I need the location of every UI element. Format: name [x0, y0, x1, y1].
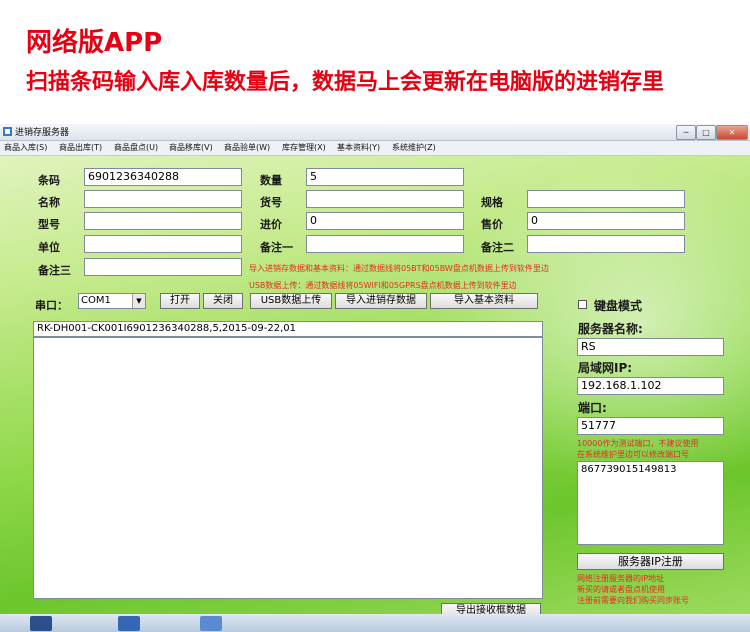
log-line: RK-DH001-CK001I6901236340288,5,2015-09-2…	[37, 323, 297, 334]
remark1-label: 备注一	[260, 241, 293, 254]
import-inventory-button[interactable]: 导入进销存数据	[335, 293, 427, 309]
keyboard-mode-checkbox[interactable]	[578, 300, 587, 309]
minimize-button[interactable]: ─	[676, 125, 696, 140]
port-select-value: COM1	[81, 295, 111, 306]
import-note: 导入进销存数据和基本资料：通过数据线将05BT和05BW盘点机数据上传到软件里边	[249, 264, 549, 273]
title-bar: 进销存服务器 ─ □ ✕	[0, 124, 750, 141]
port-note-2: 在系统维护里边可以修改端口号	[577, 450, 689, 459]
server-ip-register-button[interactable]: 服务器IP注册	[577, 553, 724, 570]
server-port-field[interactable]: 51777	[577, 417, 724, 435]
taskbar-window-icon[interactable]	[118, 616, 140, 631]
close-window-button[interactable]: ✕	[716, 125, 748, 140]
register-note-1: 网络注册服务器的IP地址	[577, 574, 665, 583]
sale-price-field[interactable]: 0	[527, 212, 685, 230]
taskbar-browser-icon[interactable]	[200, 616, 222, 631]
unit-label: 单位	[38, 241, 60, 254]
port-label: 串口：	[35, 299, 68, 312]
remark3-field[interactable]	[84, 258, 242, 276]
device-id-area[interactable]: 867739015149813	[577, 461, 724, 545]
menu-verify[interactable]: 商品验单(W)	[224, 142, 270, 153]
menu-basic-data[interactable]: 基本资料(Y)	[337, 142, 380, 153]
remark3-label: 备注三	[38, 264, 71, 277]
model-field[interactable]	[84, 212, 242, 230]
menu-stocktake[interactable]: 商品盘点(U)	[114, 142, 158, 153]
taskbar	[0, 614, 750, 632]
port-note-1: 10000作为测试端口，不建议使用	[577, 439, 699, 448]
barcode-field[interactable]: 6901236340288	[84, 168, 242, 186]
quantity-field[interactable]: 5	[306, 168, 464, 186]
promo-banner: 网络版APP 扫描条码输入库入库数量后，数据马上会更新在电脑版的进销存里	[0, 0, 750, 124]
remark2-field[interactable]	[527, 235, 685, 253]
import-basic-button[interactable]: 导入基本资料	[430, 293, 538, 309]
lan-ip-field[interactable]: 192.168.1.102	[577, 377, 724, 395]
item-no-field[interactable]	[306, 190, 464, 208]
remark1-field[interactable]	[306, 235, 464, 253]
app-icon	[3, 127, 12, 136]
purchase-price-field[interactable]: 0	[306, 212, 464, 230]
menu-bar: 商品入库(S) 商品出库(T) 商品盘点(U) 商品移库(V) 商品验单(W) …	[0, 141, 750, 156]
purchase-price-label: 进价	[260, 218, 282, 231]
register-note-3: 注册前需要向我们购买同步账号	[577, 596, 689, 605]
spec-field[interactable]	[527, 190, 685, 208]
banner-subtitle: 扫描条码输入库入库数量后，数据马上会更新在电脑版的进销存里	[26, 70, 665, 95]
name-field[interactable]	[84, 190, 242, 208]
sale-price-label: 售价	[481, 218, 503, 231]
maximize-button[interactable]: □	[696, 125, 716, 140]
usb-note: USB数据上传：通过数据线将05WIFI和05GPRS盘点机数据上传到软件里边	[249, 281, 517, 290]
app-window: 进销存服务器 ─ □ ✕ 商品入库(S) 商品出库(T) 商品盘点(U) 商品移…	[0, 124, 750, 632]
usb-upload-button[interactable]: USB数据上传	[250, 293, 332, 309]
remark2-label: 备注二	[481, 241, 514, 254]
menu-inventory[interactable]: 库存管理(X)	[282, 142, 326, 153]
quantity-label: 数量	[260, 174, 282, 187]
server-name-field[interactable]: RS	[577, 338, 724, 356]
item-no-label: 货号	[260, 196, 282, 209]
menu-stock-out[interactable]: 商品出库(T)	[59, 142, 102, 153]
name-label: 名称	[38, 196, 60, 209]
taskbar-app-icon[interactable]	[30, 616, 52, 631]
open-port-button[interactable]: 打开	[160, 293, 200, 309]
model-label: 型号	[38, 218, 60, 231]
window-title: 进销存服务器	[15, 128, 70, 138]
receive-log-area[interactable]	[33, 337, 543, 599]
banner-title: 网络版APP	[26, 28, 163, 58]
server-name-label: 服务器名称:	[578, 322, 643, 336]
port-select[interactable]: COM1 ▼	[78, 293, 146, 309]
receive-log-header[interactable]: RK-DH001-CK001I6901236340288,5,2015-09-2…	[33, 321, 543, 337]
keyboard-mode-label: 键盘模式	[594, 299, 643, 313]
lan-ip-label: 局域网IP:	[578, 361, 633, 375]
register-note-2: 新买的请或者盘点机使用	[577, 585, 665, 594]
server-port-label: 端口:	[578, 401, 607, 415]
menu-stock-in[interactable]: 商品入库(S)	[4, 142, 47, 153]
barcode-label: 条码	[38, 174, 60, 187]
menu-transfer[interactable]: 商品移库(V)	[169, 142, 213, 153]
menu-system[interactable]: 系统维护(Z)	[392, 142, 436, 153]
unit-field[interactable]	[84, 235, 242, 253]
close-port-button[interactable]: 关闭	[203, 293, 243, 309]
chevron-down-icon[interactable]: ▼	[132, 294, 145, 308]
device-id: 867739015149813	[581, 464, 677, 475]
spec-label: 规格	[481, 196, 503, 209]
